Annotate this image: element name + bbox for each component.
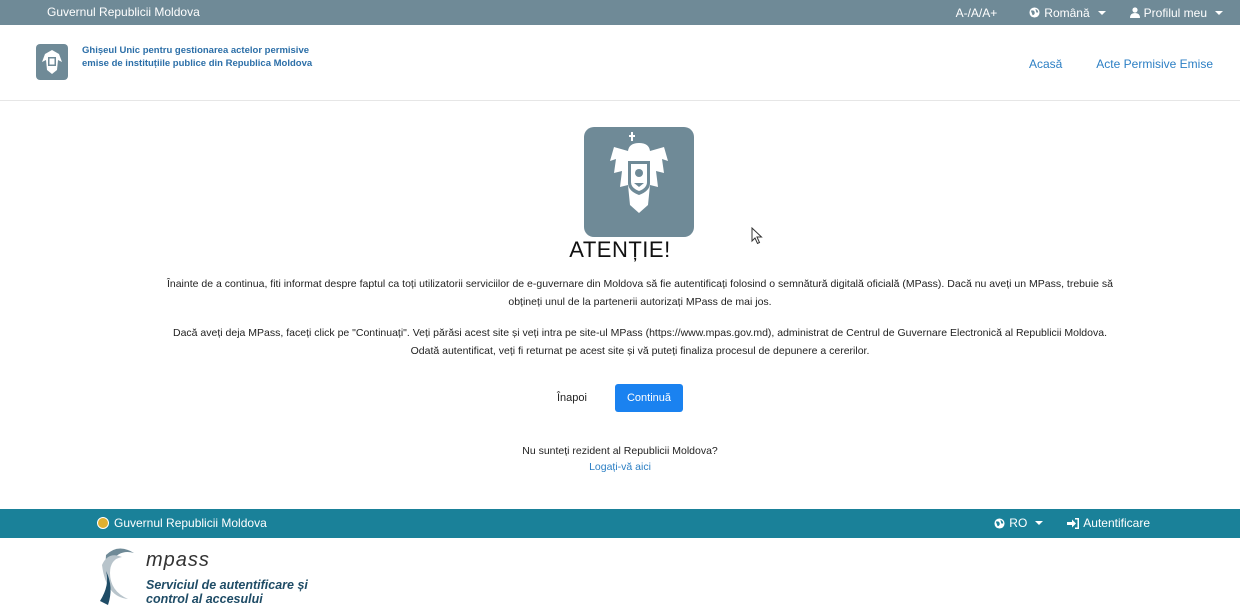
mpass-gov-link[interactable]: Guvernul Republicii Moldova <box>97 516 267 530</box>
chevron-down-icon <box>1097 10 1106 15</box>
mpass-swirl-icon <box>100 548 134 605</box>
top-bar-controls: A-/A/A+ Română Profilul meu <box>956 0 1240 25</box>
chevron-down-icon <box>1035 521 1044 525</box>
mpass-brand: mpass <box>146 549 210 571</box>
mouse-cursor-icon <box>751 227 763 245</box>
globe-icon <box>1029 7 1040 18</box>
mpass-bar-controls: RO Autentificare <box>994 516 1150 530</box>
site-header: Ghișeul Unic pentru gestionarea actelor … <box>0 25 1240 101</box>
coat-of-arms-logo[interactable] <box>36 44 68 80</box>
chevron-down-icon <box>1215 10 1223 15</box>
government-top-bar: Guvernul Republicii Moldova A-/A/A+ Româ… <box>0 0 1240 25</box>
mpass-language-label: RO <box>1009 516 1028 530</box>
coat-of-arms-emblem <box>584 127 694 237</box>
mpass-gov-title: Guvernul Republicii Moldova <box>114 516 267 530</box>
mpass-bar: Guvernul Republicii Moldova RO Autentifi… <box>0 509 1240 538</box>
mpass-info-text: Înainte de a continua, fiti informat des… <box>166 278 1114 308</box>
login-label: Autentificare <box>1083 516 1150 530</box>
login-link[interactable]: Autentificare <box>1067 516 1150 530</box>
main-navigation: Acasă Acte Permisive Emise <box>1029 57 1213 71</box>
action-buttons: Înapoi Continuă <box>0 384 1240 412</box>
attention-title: ATENȚIE! <box>569 237 671 262</box>
mpass-tagline-line2: control al accesului <box>146 592 263 606</box>
sign-in-icon <box>1067 517 1080 529</box>
nav-home[interactable]: Acasă <box>1029 57 1062 71</box>
mpass-tagline-line1: Serviciul de autentificare și <box>146 578 308 592</box>
seal-icon <box>97 517 109 529</box>
non-resident-section: Nu sunteți rezident al Republicii Moldov… <box>0 443 1240 475</box>
non-resident-question: Nu sunteți rezident al Republicii Moldov… <box>522 445 718 457</box>
continue-button[interactable]: Continuă <box>614 384 683 412</box>
mpass-logo: mpass Serviciul de autentificare și cont… <box>98 545 398 609</box>
government-title: Guvernul Republicii Moldova <box>47 5 200 19</box>
redirect-info-text: Dacă aveți deja MPass, faceți click pe "… <box>173 327 1107 357</box>
mpass-language-dropdown[interactable]: RO <box>994 516 1044 530</box>
mpass-tagline: Serviciul de autentificare și control al… <box>146 578 308 606</box>
profile-label: Profilul meu <box>1143 5 1207 20</box>
profile-dropdown[interactable]: Profilul meu <box>1129 5 1223 20</box>
user-icon <box>1129 7 1140 18</box>
language-dropdown[interactable]: Română <box>1029 5 1106 20</box>
language-label: Română <box>1044 5 1090 20</box>
non-resident-login-link[interactable]: Logați-vă aici <box>589 461 651 473</box>
globe-icon <box>994 517 1005 529</box>
app-name[interactable]: Ghișeul Unic pentru gestionarea actelor … <box>82 45 322 70</box>
font-size-control[interactable]: A-/A/A+ <box>956 6 998 20</box>
nav-issued-permits[interactable]: Acte Permisive Emise <box>1096 57 1213 71</box>
back-button[interactable]: Înapoi <box>557 392 587 404</box>
